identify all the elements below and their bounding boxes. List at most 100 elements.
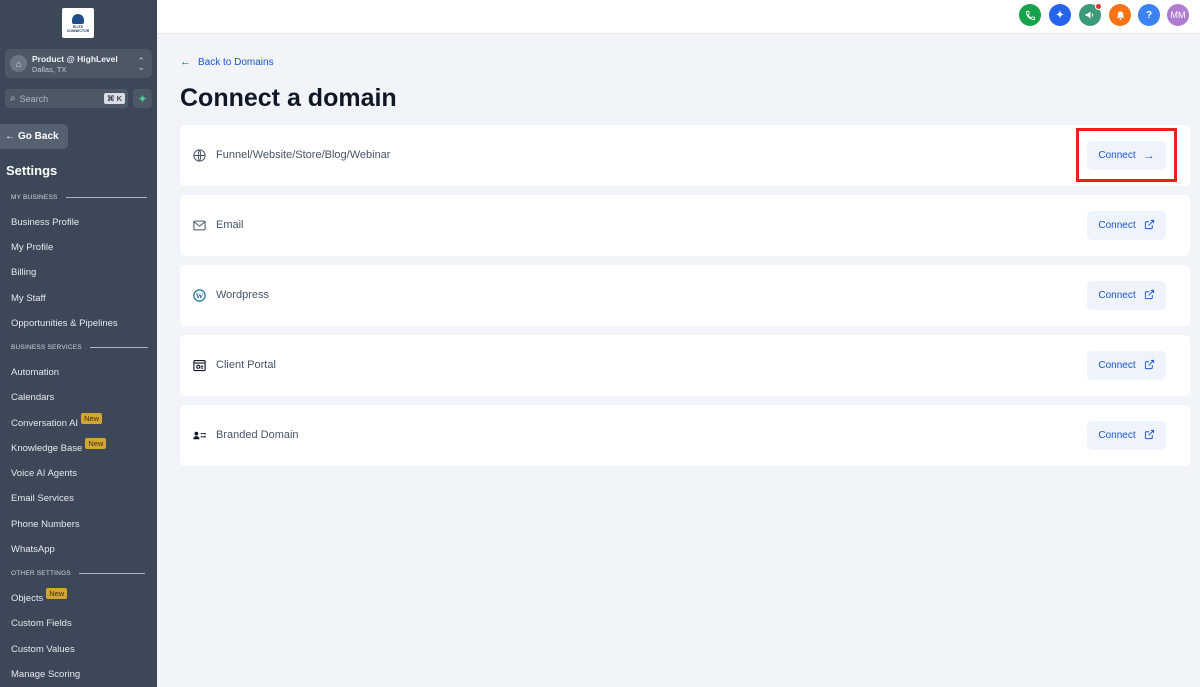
- client-portal-icon: [191, 357, 207, 373]
- connect-button[interactable]: Connect: [1087, 351, 1166, 380]
- sidebar-item-my-profile[interactable]: My Profile: [11, 242, 53, 253]
- logo-text: ELITE CONNECTOR: [66, 24, 90, 33]
- sidebar-item-label: Phone Numbers: [11, 519, 80, 530]
- domain-option-wordpress: W Wordpress Connect: [180, 265, 1190, 326]
- new-badge: New: [46, 588, 68, 599]
- option-label: Email: [216, 219, 244, 231]
- external-link-icon: [1144, 289, 1155, 303]
- sidebar-item-objects[interactable]: Objects New: [11, 588, 68, 604]
- search-icon: ⌕: [10, 93, 16, 104]
- section-label: BUSINESS SERVICES: [11, 344, 82, 351]
- sidebar-item-conversation-ai[interactable]: Conversation AI New: [11, 413, 103, 429]
- sidebar-item-business-profile[interactable]: Business Profile: [11, 217, 79, 228]
- sidebar-item-label: Business Profile: [11, 217, 80, 228]
- sidebar-item-custom-values[interactable]: Custom Values: [11, 644, 75, 655]
- sidebar-item-label: Conversation AI: [11, 418, 79, 429]
- sparkle-icon: ✦: [137, 91, 148, 106]
- ai-sparkle-button[interactable]: ✦: [133, 89, 152, 108]
- arrow-left-icon: ←: [180, 56, 191, 68]
- connect-button[interactable]: Connect: [1087, 421, 1166, 450]
- connect-label: Connect: [1098, 220, 1136, 231]
- option-label: Client Portal: [216, 359, 276, 371]
- domain-option-client-portal: Client Portal Connect: [180, 335, 1190, 396]
- back-to-domains-link[interactable]: ← Back to Domains: [180, 56, 274, 68]
- sidebar-item-label: Custom Values: [11, 644, 75, 655]
- sidebar-item-billing[interactable]: Billing: [11, 267, 36, 278]
- section-business-services: BUSINESS SERVICES: [11, 344, 148, 351]
- domain-option-email: Email Connect: [180, 195, 1190, 256]
- section-label: MY BUSINESS: [11, 194, 58, 201]
- connect-button[interactable]: Connect: [1087, 211, 1166, 240]
- location-icon: ⌂: [10, 55, 27, 72]
- sidebar-item-phone-numbers[interactable]: Phone Numbers: [11, 519, 80, 530]
- search-input[interactable]: ⌕ Search ⌘ K: [5, 89, 128, 108]
- sidebar-item-label: Billing: [11, 267, 37, 278]
- sidebar-item-label: WhatsApp: [11, 544, 55, 555]
- company-logo[interactable]: ELITE CONNECTOR: [62, 8, 94, 38]
- divider: [78, 573, 145, 574]
- svg-text:W: W: [195, 291, 203, 300]
- new-badge: New: [81, 413, 103, 424]
- search-shortcut: ⌘ K: [104, 93, 125, 104]
- megaphone-icon[interactable]: [1079, 3, 1102, 26]
- sidebar-item-manage-scoring[interactable]: Manage Scoring: [11, 669, 80, 680]
- sidebar-item-whatsapp[interactable]: WhatsApp: [11, 544, 55, 555]
- account-switcher[interactable]: ⌂ Product @ HighLevel Dallas, TX ⌃ ⌄: [5, 49, 152, 78]
- external-link-icon: [1144, 429, 1155, 443]
- go-back-button[interactable]: ← Go Back: [0, 124, 68, 149]
- avatar[interactable]: MM: [1167, 4, 1189, 26]
- notification-dot: [1095, 3, 1102, 10]
- search-placeholder: Search: [19, 93, 49, 104]
- section-label: OTHER SETTINGS: [11, 570, 71, 577]
- domain-option-funnel: Funnel/Website/Store/Blog/Webinar Connec…: [180, 125, 1190, 186]
- option-label: Wordpress: [216, 289, 269, 301]
- sidebar-item-label: Automation: [11, 367, 60, 378]
- sidebar-item-label: Objects: [11, 593, 44, 604]
- branded-domain-icon: [191, 427, 207, 443]
- wordpress-icon: W: [191, 287, 207, 303]
- settings-title: Settings: [6, 163, 58, 178]
- connect-label: Connect: [1098, 290, 1136, 301]
- back-link-label: Back to Domains: [198, 56, 274, 68]
- mail-icon: [191, 217, 207, 233]
- sidebar-item-voice-ai-agents[interactable]: Voice AI Agents: [11, 468, 77, 479]
- sidebar-item-label: Custom Fields: [11, 618, 72, 629]
- sidebar-item-label: Manage Scoring: [11, 669, 81, 680]
- sidebar-item-automation[interactable]: Automation: [11, 367, 59, 378]
- external-link-icon: [1144, 219, 1155, 233]
- sidebar-item-opportunities[interactable]: Opportunities & Pipelines: [11, 318, 118, 329]
- magic-icon[interactable]: ✦: [1049, 4, 1071, 26]
- option-label: Funnel/Website/Store/Blog/Webinar: [216, 149, 391, 161]
- divider: [65, 197, 147, 198]
- sidebar-item-label: Calendars: [11, 392, 55, 403]
- logo-mark: [72, 13, 84, 24]
- account-location: Dallas, TX: [32, 64, 67, 74]
- sidebar-item-label: My Profile: [11, 242, 54, 253]
- divider: [89, 347, 148, 348]
- phone-icon[interactable]: [1019, 4, 1041, 26]
- sidebar-item-calendars[interactable]: Calendars: [11, 392, 54, 403]
- external-link-icon: [1144, 359, 1155, 373]
- connect-button[interactable]: Connect: [1087, 281, 1166, 310]
- chevron-updown-icon: ⌃ ⌄: [137, 55, 145, 72]
- sidebar-item-email-services[interactable]: Email Services: [11, 493, 74, 504]
- sidebar: ELITE CONNECTOR ⌂ Product @ HighLevel Da…: [0, 0, 157, 687]
- new-badge: New: [85, 438, 107, 449]
- go-back-label: Go Back: [18, 131, 59, 142]
- bell-icon[interactable]: [1109, 4, 1131, 26]
- arrow-left-icon: ←: [5, 131, 15, 142]
- sidebar-item-label: Email Services: [11, 493, 74, 504]
- section-other-settings: OTHER SETTINGS: [11, 570, 145, 577]
- sidebar-item-label: Voice AI Agents: [11, 468, 78, 479]
- connect-label: Connect: [1098, 360, 1136, 371]
- sidebar-item-my-staff[interactable]: My Staff: [11, 293, 46, 304]
- section-my-business: MY BUSINESS: [11, 194, 147, 201]
- help-icon[interactable]: ?: [1138, 4, 1160, 26]
- highlight-annotation: [1076, 128, 1177, 182]
- sidebar-item-knowledge-base[interactable]: Knowledge Base New: [11, 438, 107, 454]
- sidebar-item-custom-fields[interactable]: Custom Fields: [11, 618, 72, 629]
- sidebar-item-label: Opportunities & Pipelines: [11, 318, 118, 329]
- globe-icon: [191, 147, 207, 163]
- sidebar-item-label: My Staff: [11, 293, 46, 304]
- page-title: Connect a domain: [180, 84, 397, 112]
